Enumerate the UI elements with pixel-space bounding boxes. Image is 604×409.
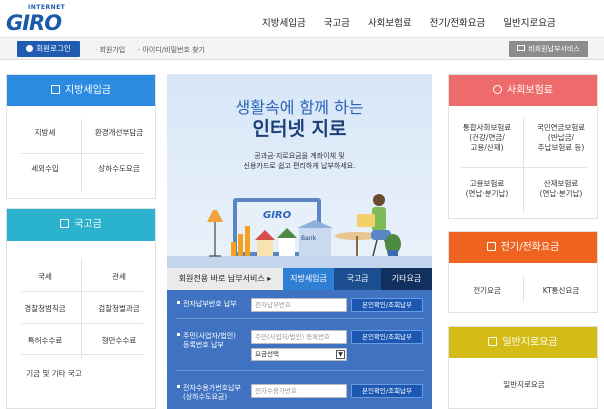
item-patent-fee[interactable]: 특허수수료 [9, 335, 81, 346]
general-giro-header[interactable]: 일반지로요금 [449, 327, 597, 358]
fee-type-select-value: 요금선택 [255, 350, 279, 358]
customer-number-input[interactable]: 전자수용가번호 [251, 384, 347, 398]
user-icon [26, 45, 34, 52]
bullet [177, 333, 180, 336]
row1-label-text: 전자납부번호 납부 [183, 300, 237, 308]
registration-number-input[interactable]: 주민(사업자/법인) 등록번호 [251, 330, 347, 344]
utility-panel: 전기/전화요금 전기요금 KT통신요금 [448, 231, 598, 313]
screen-giro-logo: GIRO [263, 210, 292, 221]
divider [81, 119, 82, 191]
item-national-tax[interactable]: 국세 [9, 271, 81, 282]
row3-lookup-button[interactable]: 본인확인/조회납부 [351, 384, 423, 398]
row2-label-line2: 등록번호 납부 [183, 341, 224, 349]
login-label: 회원로그인 [36, 44, 71, 53]
header: INTERNET GIRO 지방세입금 국고금 사회보험료 전기/전화요금 일반… [0, 0, 604, 38]
bullet [177, 301, 180, 304]
divider [175, 370, 425, 371]
row3-label-line2: (상하수도요금) [183, 393, 228, 401]
pen-icon [493, 85, 502, 94]
national-treasury-panel: 국고금 국세 관세 경찰청범칙금 검찰청벌과금 특허수수료 형만수수료 기금 및… [6, 208, 156, 409]
nav-utility[interactable]: 전기/전화요금 [430, 15, 486, 29]
signup-link[interactable]: · 회원가입 [95, 45, 125, 55]
banner-illustration: GIRO Bank [167, 194, 432, 268]
national-treasury-title: 국고금 [74, 219, 102, 230]
nav-local-tax[interactable]: 지방세입금 [262, 15, 306, 29]
divider [21, 153, 143, 154]
item-kt-telecom[interactable]: KT통신요금 [525, 285, 597, 296]
general-giro-panel: 일반지로요금 일반지로요금 [448, 326, 598, 409]
item-env-charge[interactable]: 환경개선부담금 [83, 127, 155, 138]
social-insurance-title: 사회보험료 [507, 85, 553, 96]
national-treasury-header[interactable]: 국고금 [7, 209, 155, 241]
row3-label: 전자수용가번호납부 (상하수도요금) [177, 384, 241, 402]
item-fund-other[interactable]: 기금 및 기타 국고 [9, 368, 99, 379]
item-pension-insurance[interactable]: 국민연금보험료 (반납금/ 추납보험료 등) [525, 123, 597, 153]
item-integrated-insurance[interactable]: 통합사회보험료 (건강/연금/ 고용/산재) [451, 123, 523, 153]
row2-lookup-button[interactable]: 본인확인/조회납부 [351, 330, 423, 344]
tab-national[interactable]: 국고금 [334, 268, 381, 290]
bank-sign: Bank [301, 235, 317, 242]
giro-logo[interactable]: INTERNET GIRO [6, 4, 66, 36]
utility-header[interactable]: 전기/전화요금 [449, 232, 597, 263]
divider [523, 276, 524, 302]
nav-national[interactable]: 국고금 [324, 15, 350, 29]
chevron-down-icon: ▼ [336, 350, 345, 359]
item-prosecution-fine[interactable]: 검찰청벌과금 [83, 303, 155, 314]
row2-label: 주민(사업자/법인) 등록번호 납부 [177, 332, 236, 350]
social-insurance-header[interactable]: 사회보험료 [449, 75, 597, 106]
document-icon [488, 337, 498, 346]
login-button[interactable]: 회원로그인 [17, 41, 80, 57]
item-general-giro[interactable]: 일반지로요금 [449, 379, 599, 390]
tab-member-service[interactable]: 회원전용 바로 납부서비스 ▸ [167, 268, 283, 290]
social-insurance-panel: 사회보험료 통합사회보험료 (건강/연금/ 고용/산재) 국민연금보험료 (반납… [448, 74, 598, 219]
top-nav: 지방세입금 국고금 사회보험료 전기/전화요금 일반지로요금 [262, 15, 574, 29]
find-account-link[interactable]: · 아이디/비밀번호 찾기 [138, 45, 205, 55]
logo-small-text: INTERNET [28, 4, 66, 11]
divider [21, 291, 143, 292]
general-giro-title: 일반지로요금 [502, 337, 558, 348]
e-payment-number-input[interactable]: 전자납부번호 [251, 298, 347, 312]
item-water-fee[interactable]: 상하수도요금 [83, 163, 155, 174]
item-other-fee[interactable]: 형만수수료 [83, 335, 155, 346]
item-industrial-accident-insurance[interactable]: 산재보험료 (연납·분기납) [525, 179, 597, 199]
item-employment-insurance[interactable]: 고용보험료 (연납·분기납) [451, 179, 523, 199]
phone-icon [486, 242, 496, 251]
local-tax-header[interactable]: 지방세입금 [7, 75, 155, 106]
utility-title: 전기/전화요금 [500, 242, 560, 253]
divider [21, 323, 143, 324]
divider [523, 117, 524, 213]
divider [81, 259, 82, 359]
divider [175, 318, 425, 319]
sub-bar: 회원로그인 · 회원가입 · 아이디/비밀번호 찾기 비회원납부서비스 [0, 38, 604, 60]
quick-pay-form: 전자납부번호 납부 전자납부번호 본인확인/조회납부 주민(사업자/법인) 등록… [167, 290, 432, 409]
local-tax-panel: 지방세입금 지방세 환경개선부담금 세외수입 상하수도요금 [6, 74, 156, 199]
item-customs[interactable]: 관세 [83, 271, 155, 282]
calculator-icon [51, 85, 60, 94]
tab-other-fees[interactable]: 기타요금 [381, 268, 432, 290]
quick-pay-tabs: 회원전용 바로 납부서비스 ▸ 지방세입금 국고금 기타요금 [167, 268, 432, 290]
fee-type-select[interactable]: 요금선택 ▼ [251, 348, 347, 361]
divider [461, 167, 587, 168]
tab-local-tax[interactable]: 지방세입금 [283, 268, 334, 290]
row1-lookup-button[interactable]: 본인확인/조회납부 [351, 298, 423, 312]
tab-member-label: 회원전용 바로 납부서비스 [178, 274, 265, 283]
item-non-tax-revenue[interactable]: 세외수입 [9, 163, 81, 174]
logo-text: GIRO [6, 11, 62, 35]
nonmember-pay-button[interactable]: 비회원납부서비스 [509, 41, 588, 57]
nav-general-giro[interactable]: 일반지로요금 [503, 15, 555, 29]
promo-banner: 생활속에 함께 하는 인터넷 지로 공과금·지로요금을 계좌이체 및 신용카드로… [167, 74, 432, 268]
nonmember-pay-label: 비회원납부서비스 [528, 45, 580, 53]
nav-social-insurance[interactable]: 사회보험료 [368, 15, 412, 29]
row3-label-line1: 전자수용가번호납부 [183, 384, 241, 392]
item-electricity[interactable]: 전기요금 [451, 285, 523, 296]
row1-label: 전자납부번호 납부 [177, 300, 237, 309]
row2-label-line1: 주민(사업자/법인) [183, 332, 236, 340]
item-local-tax[interactable]: 지방세 [9, 127, 81, 138]
divider [21, 354, 143, 355]
local-tax-title: 지방세입금 [65, 85, 111, 96]
card-icon [517, 45, 526, 51]
coins-icon [60, 219, 70, 228]
bullet [177, 385, 180, 388]
item-police-fine[interactable]: 경찰청범칙금 [9, 303, 81, 314]
